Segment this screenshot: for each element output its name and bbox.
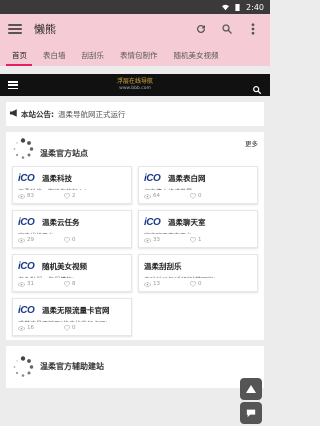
site-card-desc: 来碰碰运气?刮到就带回家! [144,275,252,278]
likes-count: 0 [64,237,76,243]
views-count: 64 [144,193,160,199]
arrow-up-icon [246,385,256,393]
views-count: 83 [18,193,34,199]
heart-icon [190,193,196,199]
back-to-top-button[interactable] [240,378,262,400]
tab-emoji-maker[interactable]: 表情包制作 [112,50,166,61]
site-card-grid: iCO 温柔科技 温柔科技，期待你的加入! 83 2 iCO 温柔表白网 祝有情人终成… [12,166,258,336]
eye-icon [18,194,25,198]
site-search-icon[interactable] [252,80,262,95]
heart-icon [64,237,70,243]
site-card-name: 随机美女视频 [42,262,87,271]
eye-icon [144,282,151,286]
site-menu-icon[interactable] [8,81,18,89]
eye-icon [18,238,25,242]
eye-icon [18,282,25,286]
site-logo-icon: iCO [144,217,161,228]
more-vert-icon[interactable] [244,20,262,38]
tab-scratch-card[interactable]: 刮刮乐 [74,50,113,61]
views-count: 13 [144,281,160,287]
tab-bar: 首页 表白墙 刮刮乐 表情包制作 随机美女视频 [0,44,270,66]
site-card-name: 温柔云任务 [42,218,80,227]
loading-spinner-icon [12,356,34,378]
loading-spinner-icon [12,138,34,160]
site-nav-bar: 浮层在线导航 www.bbb.com [0,74,270,96]
views-count: 29 [18,237,34,243]
official-build-section: 温柔官方辅助建站 [6,346,264,388]
site-card[interactable]: 温柔刮刮乐 来碰碰运气?刮到就带回家! 13 0 [138,254,258,292]
announcement-bar: 本站公告: 温柔导航网正式运行 [6,102,264,126]
tab-random-video[interactable]: 随机美女视频 [166,50,227,61]
likes-count: 1 [190,237,202,243]
views-count: 33 [144,237,160,243]
site-logo-icon: iCO [18,305,35,316]
tab-indicator [6,64,32,66]
heart-icon [190,237,196,243]
site-card[interactable]: iCO 随机美女视频 老色批们，你们懂的! 31 8 [12,254,132,292]
app-bar: 懒熊 [0,14,270,44]
battery-icon [234,3,241,11]
site-card[interactable]: iCO 温柔科技 温柔科技，期待你的加入! 83 2 [12,166,132,204]
likes-count: 2 [64,193,76,199]
section-title: 温柔官方辅助建站 [40,362,104,371]
refresh-icon[interactable] [192,20,210,38]
site-card[interactable]: iCO 温柔表白网 祝有情人终成眷属 64 0 [138,166,258,204]
likes-count: 0 [190,193,202,199]
site-card[interactable]: iCO 温柔无限流量卡官网 感觉流量不够用?快来找我领卡吧! 16 0 [12,298,132,336]
status-bar: 2:40 [0,0,270,14]
views-count: 31 [18,281,34,287]
site-card-desc: 官方聊天交友平台 [144,231,252,234]
chat-button[interactable] [240,402,262,424]
site-logo-icon: iCO [144,173,161,184]
site-logo-text: 浮层在线导航 [116,78,153,85]
likes-count: 0 [190,281,202,287]
site-card-desc: 老色批们，你们懂的! [18,275,126,278]
site-logo-sub: www.bbb.com [119,86,151,91]
eye-icon [18,326,25,330]
likes-count: 0 [64,325,76,331]
likes-count: 8 [64,281,76,287]
site-card[interactable]: iCO 温柔云任务 官方代挂平台 29 0 [12,210,132,248]
heart-icon [64,193,70,199]
site-card[interactable]: iCO 温柔聊天室 官方聊天交友平台 33 1 [138,210,258,248]
site-card-name: 温柔刮刮乐 [144,262,182,271]
more-link[interactable]: 更多 [245,138,258,148]
heart-icon [190,281,196,287]
wifi-icon [222,4,230,11]
site-card-name: 温柔表白网 [168,174,206,183]
site-card-name: 温柔科技 [42,174,72,183]
announcement-label: 本站公告: [21,109,54,119]
site-logo-icon: iCO [18,173,35,184]
eye-icon [144,238,151,242]
site-logo-icon: iCO [18,261,35,272]
eye-icon [144,194,151,198]
status-time: 2:40 [246,2,264,12]
site-card-desc: 温柔科技，期待你的加入! [18,187,126,190]
chat-icon [246,409,256,418]
site-logo-icon: iCO [18,217,35,228]
site-card-name: 温柔聊天室 [168,218,206,227]
app-title: 懒熊 [34,23,56,36]
site-card-desc: 官方代挂平台 [18,231,126,234]
menu-icon[interactable] [8,24,22,34]
megaphone-icon [10,109,19,119]
views-count: 16 [18,325,34,331]
site-card-desc: 祝有情人终成眷属 [144,187,252,190]
section-title: 温柔官方站点 [40,149,88,158]
heart-icon [64,281,70,287]
site-card-desc: 感觉流量不够用?快来找我领卡吧! [18,319,126,322]
tab-home[interactable]: 首页 [4,50,35,61]
site-card-name: 温柔无限流量卡官网 [42,306,110,315]
official-sites-section: 温柔官方站点 更多 iCO 温柔科技 温柔科技，期待你的加入! 83 2 iCO 温柔… [6,132,264,340]
search-icon[interactable] [218,20,236,38]
announcement-text: 温柔导航网正式运行 [58,109,126,119]
tab-confession-wall[interactable]: 表白墙 [35,50,74,61]
heart-icon [64,325,70,331]
site-logo[interactable]: 浮层在线导航 www.bbb.com [117,78,153,92]
